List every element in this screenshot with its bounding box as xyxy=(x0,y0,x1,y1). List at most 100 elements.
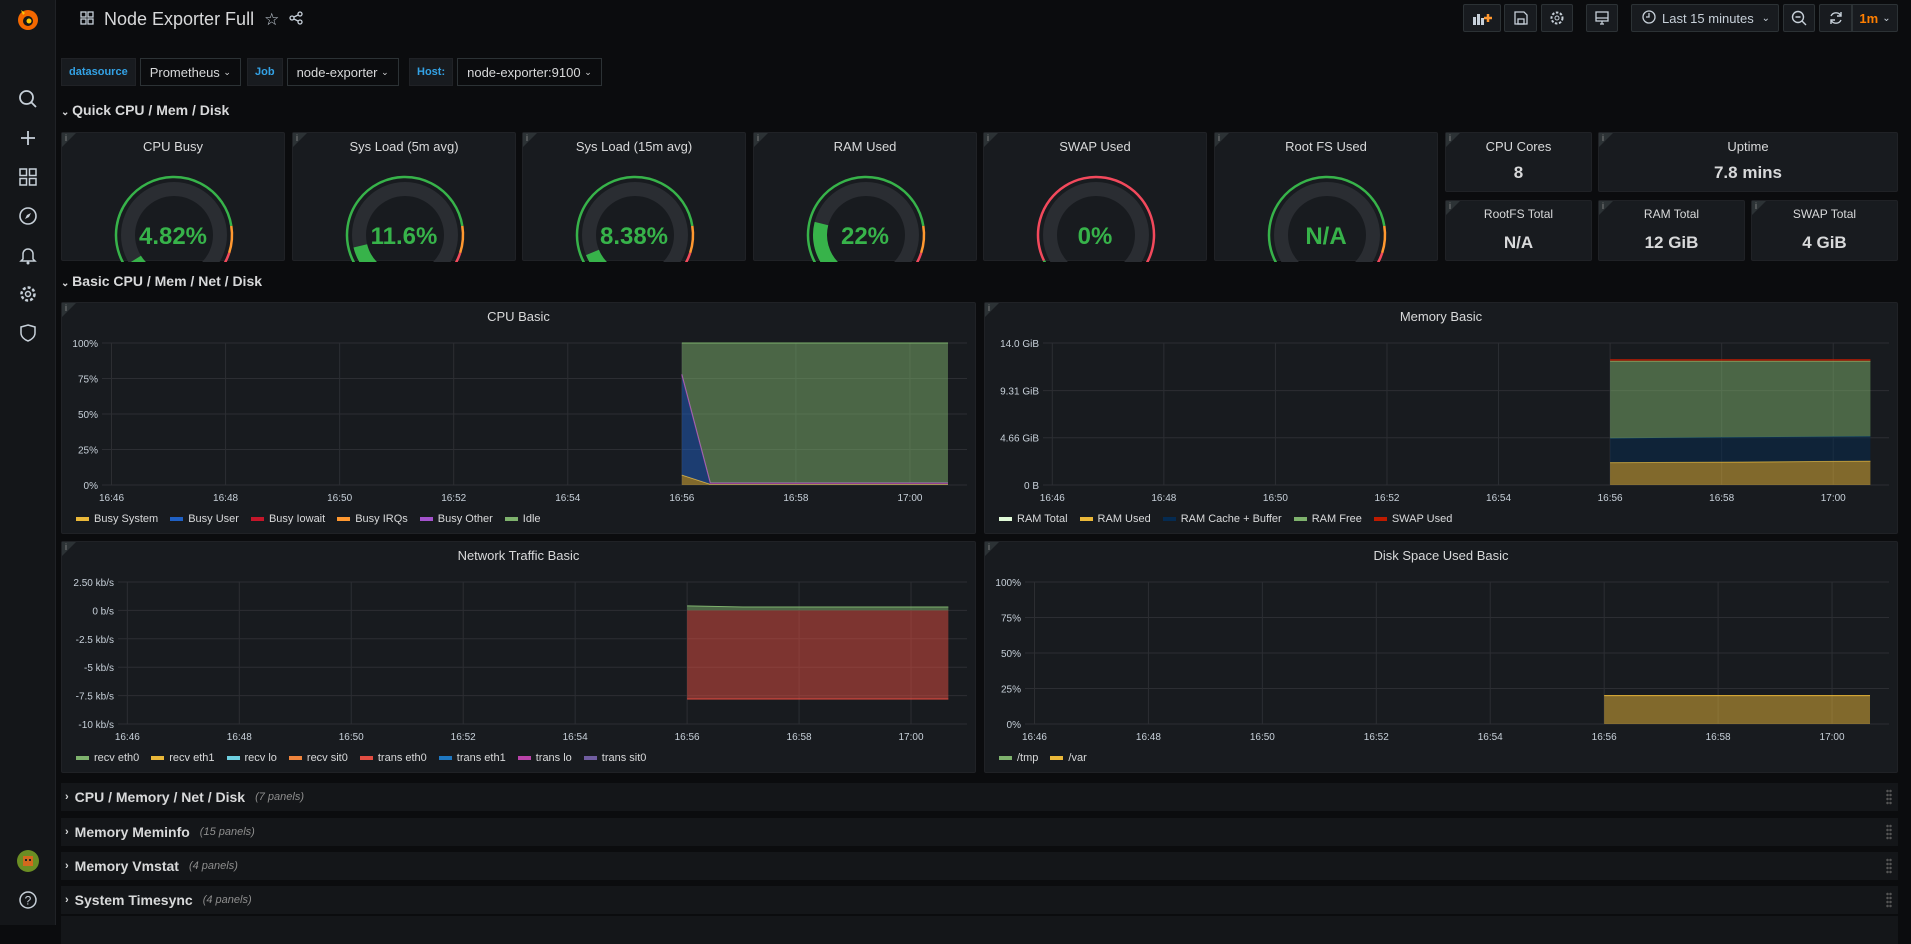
legend-item[interactable]: recv eth1 xyxy=(151,752,215,764)
graph-panel[interactable]: i Network Traffic Basic -10 kb/s -7.5 kb/s… xyxy=(61,541,976,773)
grafana-logo-icon[interactable] xyxy=(0,4,56,36)
drag-handle-icon[interactable] xyxy=(1886,892,1892,908)
stat-panel-uptime[interactable]: i Uptime 7.8 mins xyxy=(1598,132,1898,192)
legend-item[interactable]: trans eth0 xyxy=(359,752,427,764)
collapsed-row[interactable]: › Memory Vmstat (4 panels) xyxy=(61,852,1898,880)
collapsed-row-partial[interactable] xyxy=(61,916,1898,944)
x-tick-label: 17:00 xyxy=(897,493,922,504)
gauge-panel[interactable]: i Sys Load (5m avg) 11.6% xyxy=(292,132,516,262)
legend-item[interactable]: RAM Free xyxy=(1293,513,1362,525)
gauge-panel[interactable]: i Root FS Used N/A xyxy=(1214,132,1438,262)
graph-plot[interactable]: 0% 25% 50% 75% 100% 16:46 16:48 16:50 16:52 16:54… xyxy=(62,303,977,535)
stat-panel-swap-total[interactable]: i SWAP Total 4 GiB xyxy=(1751,200,1898,261)
drag-handle-icon[interactable] xyxy=(1886,824,1892,840)
x-tick-label: 16:46 xyxy=(99,493,124,504)
panel-title: SWAP Total xyxy=(1792,207,1857,221)
x-tick-label: 16:54 xyxy=(1478,732,1503,743)
legend-label: recv sit0 xyxy=(306,752,348,764)
graph-plot[interactable]: 0% 25% 50% 75% 100% 16:46 16:48 16:50 16:52 16:54… xyxy=(985,542,1899,774)
refresh-dashboard-icon[interactable] xyxy=(1819,4,1852,32)
host-select[interactable]: node-exporter:9100 ⌄ xyxy=(457,58,602,86)
share-icon[interactable] xyxy=(289,9,303,30)
y-tick-label: 25% xyxy=(78,446,98,457)
datasource-select[interactable]: Prometheus ⌄ xyxy=(139,58,241,86)
graph-panel[interactable]: i Memory Basic 0 B 4.66 GiB 9.31 GiB 14.0 Gi… xyxy=(984,302,1898,534)
chevron-down-icon: ⌄ xyxy=(61,107,73,118)
server-admin-shield-icon[interactable] xyxy=(0,318,56,348)
legend-item[interactable]: Busy User xyxy=(170,513,239,525)
row-basic-cpu-mem-net-disk[interactable]: ⌄ Basic CPU / Mem / Net / Disk xyxy=(61,273,262,289)
save-dashboard-button[interactable] xyxy=(1504,4,1537,32)
legend-label: RAM Cache + Buffer xyxy=(1180,513,1282,525)
legend-item[interactable]: trans eth1 xyxy=(438,752,506,764)
add-panel-button[interactable] xyxy=(1463,4,1501,32)
legend-item[interactable]: /tmp xyxy=(999,752,1038,764)
stat-panel-ram-total[interactable]: i RAM Total 12 GiB xyxy=(1598,200,1745,261)
stat-panel-rootfs-total[interactable]: i RootFS Total N/A xyxy=(1445,200,1592,261)
legend-item[interactable]: Busy Iowait xyxy=(250,513,325,525)
time-range-picker[interactable]: Last 15 minutes ⌄ xyxy=(1631,4,1779,32)
stat-panel-cpu-cores[interactable]: i CPU Cores 8 xyxy=(1445,132,1592,192)
y-tick-label: -2.5 kb/s xyxy=(76,635,114,646)
legend-item[interactable]: trans lo xyxy=(517,752,572,764)
legend-item[interactable]: SWAP Used xyxy=(1373,513,1452,525)
legend-swatch xyxy=(1162,517,1176,522)
collapsed-row[interactable]: › CPU / Memory / Net / Disk (7 panels) xyxy=(61,783,1898,811)
legend-swatch xyxy=(226,756,240,761)
legend-item[interactable]: Busy IRQs xyxy=(337,513,408,525)
search-icon[interactable] xyxy=(0,84,56,114)
tv-mode-monitor-icon[interactable] xyxy=(1586,4,1618,32)
legend-label: RAM Free xyxy=(1311,513,1362,525)
dashboard-grid-icon xyxy=(80,9,94,30)
legend-item[interactable]: RAM Cache + Buffer xyxy=(1162,513,1282,525)
legend-label: Busy Other xyxy=(437,513,493,525)
x-tick-label: 16:48 xyxy=(1136,732,1161,743)
dashboards-icon[interactable] xyxy=(0,162,56,192)
legend-item[interactable]: RAM Total xyxy=(999,513,1068,525)
row-quick-cpu-mem-disk[interactable]: ⌄ Quick CPU / Mem / Disk xyxy=(61,102,229,118)
chevron-right-icon: › xyxy=(65,826,69,838)
legend-item[interactable]: Idle xyxy=(504,513,541,525)
star-icon[interactable]: ☆ xyxy=(264,10,279,30)
legend-item[interactable]: recv eth0 xyxy=(76,752,139,764)
create-plus-icon[interactable] xyxy=(0,123,56,153)
graph-panel[interactable]: i Disk Space Used Basic 0% 25% 50% 75% 100% 16… xyxy=(984,541,1898,773)
x-tick-label: 16:58 xyxy=(783,493,808,504)
x-tick-label: 16:46 xyxy=(1040,493,1065,504)
user-avatar[interactable] xyxy=(0,846,56,876)
graph-plot[interactable]: 0 B 4.66 GiB 9.31 GiB 14.0 GiB 16:46 16:48 16:… xyxy=(985,303,1899,535)
legend-item[interactable]: Busy Other xyxy=(419,513,493,525)
series-area xyxy=(1604,695,1871,724)
x-tick-label: 16:50 xyxy=(1263,493,1288,504)
legend-label: RAM Used xyxy=(1097,513,1151,525)
collapsed-row[interactable]: › Memory Meminfo (15 panels) xyxy=(61,818,1898,846)
zoom-out-time-icon[interactable] xyxy=(1783,4,1815,32)
collapsed-row[interactable]: › System Timesync (4 panels) xyxy=(61,886,1898,914)
gauge-panel[interactable]: i CPU Busy 4.82% xyxy=(61,132,285,262)
drag-handle-icon[interactable] xyxy=(1886,789,1892,805)
gauge-panel[interactable]: i SWAP Used 0% xyxy=(983,132,1207,262)
legend-item[interactable]: /var xyxy=(1050,752,1087,764)
legend-item[interactable]: trans sit0 xyxy=(583,752,646,764)
legend-item[interactable]: recv lo xyxy=(226,752,277,764)
gauge-panel[interactable]: i RAM Used 22% xyxy=(753,132,977,262)
alerting-bell-icon[interactable] xyxy=(0,240,56,270)
legend-item[interactable]: recv sit0 xyxy=(288,752,348,764)
explore-compass-icon[interactable] xyxy=(0,201,56,231)
dashboard-settings-gear-icon[interactable] xyxy=(1541,4,1573,32)
job-select[interactable]: node-exporter ⌄ xyxy=(286,58,399,86)
chevron-down-icon: ⌄ xyxy=(1882,12,1891,24)
graph-plot[interactable]: -10 kb/s -7.5 kb/s -5 kb/s -2.5 kb/s 0 b/s 2.… xyxy=(62,542,977,774)
legend-item[interactable]: Busy System xyxy=(76,513,158,525)
gauge-panel[interactable]: i Sys Load (15m avg) 8.38% xyxy=(522,132,746,262)
chevron-down-icon: ⌄ xyxy=(1761,12,1770,24)
row-title: Basic CPU / Mem / Net / Disk xyxy=(72,273,263,289)
graph-panel[interactable]: i CPU Basic 0% 25% 50% 75% 100% 16:46 16:48 16:5… xyxy=(61,302,976,534)
configuration-gear-icon[interactable] xyxy=(0,279,56,309)
legend-label: recv lo xyxy=(244,752,277,764)
legend-item[interactable]: RAM Used xyxy=(1079,513,1151,525)
help-icon[interactable]: ? xyxy=(0,885,56,915)
refresh-interval-picker[interactable]: 1m ⌄ xyxy=(1852,4,1898,32)
dashboard-title[interactable]: Node Exporter Full xyxy=(104,9,254,30)
drag-handle-icon[interactable] xyxy=(1886,858,1892,874)
